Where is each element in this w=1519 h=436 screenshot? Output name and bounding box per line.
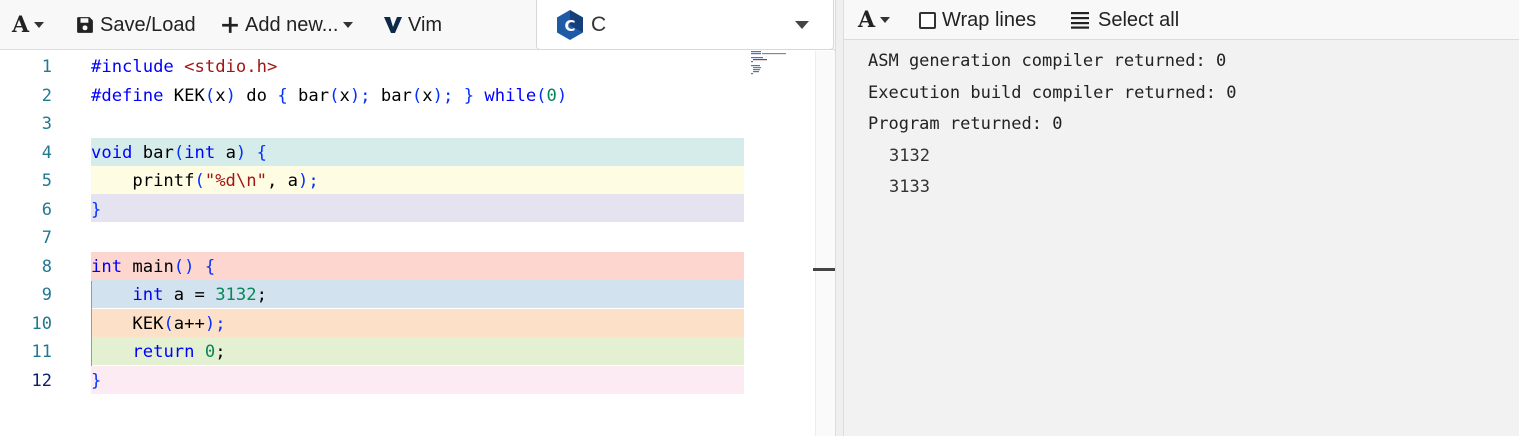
code-line: return 0; — [132, 342, 226, 362]
save-load-button[interactable]: Save/Load — [76, 0, 196, 50]
line-highlight — [91, 366, 744, 394]
wrap-lines-checkbox[interactable] — [919, 11, 936, 29]
add-new-label: Add new... — [245, 13, 339, 36]
c-logo-letter: C — [564, 17, 575, 35]
line-number: 8 — [41, 257, 52, 277]
language-selector[interactable]: C C — [536, 0, 834, 50]
select-all-label: Select all — [1098, 8, 1180, 31]
output-toolbar: A Wrap lines Select all — [844, 0, 1519, 40]
build-status-line: Execution build compiler returned: 0 — [868, 82, 1237, 103]
code-line: #define KEK(x) do { bar(x); bar(x); } wh… — [91, 86, 568, 106]
font-size-button[interactable]: A — [12, 0, 45, 50]
c-language-logo-icon: C — [557, 10, 583, 40]
line-number: 7 — [41, 228, 52, 248]
source-editor-pane: A Save/Load Add new... Vim C C 1 2 3 4 5… — [0, 0, 835, 436]
code-editor[interactable]: 1 2 3 4 5 6 7 8 9 10 11 12 #include <std… — [0, 51, 815, 436]
output-font-size-button[interactable]: A — [858, 0, 891, 40]
line-number: 11 — [31, 342, 52, 362]
vim-label: Vim — [408, 13, 443, 36]
code-line: KEK(a++); — [91, 314, 226, 334]
language-name: C — [591, 13, 607, 36]
wrap-lines-toggle[interactable]: Wrap lines — [919, 0, 1036, 40]
code-line: } — [91, 371, 102, 391]
add-new-dropdown[interactable]: Add new... — [221, 0, 354, 50]
chevron-down-icon — [795, 21, 809, 29]
program-status-line: Program returned: 0 — [868, 114, 1063, 134]
line-number: 6 — [41, 200, 52, 220]
line-highlight — [91, 194, 744, 222]
asm-status-line: ASM generation compiler returned: 0 — [868, 51, 1227, 71]
editor-toolbar: A Save/Load Add new... Vim C C — [0, 0, 835, 50]
floppy-disk-icon — [77, 17, 93, 33]
line-number: 1 — [41, 57, 52, 77]
vim-mode-toggle[interactable]: Vim — [383, 0, 442, 50]
editor-vertical-scrollbar[interactable] — [815, 51, 835, 436]
code-minimap[interactable] — [750, 50, 800, 80]
code-line: #include <stdio.h> — [91, 57, 278, 77]
select-all-button[interactable]: Select all — [1070, 0, 1179, 40]
chevron-down-icon — [34, 22, 45, 28]
indent-guide — [91, 281, 92, 366]
chevron-down-icon — [343, 22, 354, 28]
stdout-line: 3132 — [889, 145, 930, 166]
chevron-down-icon — [880, 17, 891, 23]
program-output: ASM generation compiler returned: 0 Exec… — [868, 46, 1236, 204]
line-number: 5 — [41, 171, 52, 191]
scroll-position-marker — [813, 268, 835, 271]
code-line: printf("%d\n", a); — [91, 171, 319, 191]
line-number: 9 — [41, 285, 52, 305]
font-icon: A — [858, 7, 876, 33]
output-pane: A Wrap lines Select all ASM generation c… — [844, 0, 1519, 436]
vim-icon — [384, 17, 402, 33]
line-number-active: 12 — [31, 371, 52, 391]
line-number: 10 — [31, 314, 52, 334]
code-line: void bar(int a) { — [91, 143, 267, 163]
line-number: 2 — [41, 86, 52, 106]
code-line: int main() { — [91, 257, 216, 277]
save-load-label: Save/Load — [100, 13, 196, 36]
plus-icon — [222, 17, 238, 33]
wrap-lines-label: Wrap lines — [942, 8, 1037, 31]
font-icon: A — [12, 12, 30, 38]
pane-splitter[interactable] — [835, 0, 844, 436]
line-number: 3 — [41, 114, 52, 134]
line-number: 4 — [41, 143, 52, 163]
list-lines-icon — [1071, 12, 1089, 29]
code-line: int a = 3132; — [132, 285, 267, 305]
stdout-line: 3133 — [889, 177, 930, 197]
code-line: } — [91, 200, 102, 220]
